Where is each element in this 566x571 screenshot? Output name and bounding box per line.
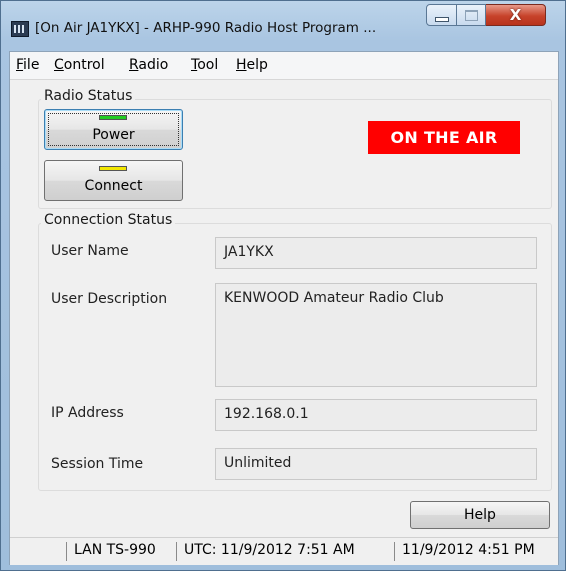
- session-time-label: Session Time: [51, 456, 144, 472]
- status-local-time: 11/9/2012 4:51 PM: [402, 542, 535, 558]
- title-bar[interactable]: [On Air JA1YKX] - ARHP-990 Radio Host Pr…: [1, 1, 565, 51]
- on-the-air-indicator: ON THE AIR: [368, 121, 520, 154]
- maximize-button[interactable]: [457, 4, 486, 26]
- power-led-indicator: [99, 115, 127, 120]
- menu-help[interactable]: Help: [236, 57, 268, 73]
- radio-app-icon[interactable]: [11, 21, 29, 37]
- app-window: [On Air JA1YKX] - ARHP-990 Radio Host Pr…: [0, 0, 566, 571]
- window-title: [On Air JA1YKX] - ARHP-990 Radio Host Pr…: [35, 20, 377, 36]
- window-controls: X: [426, 4, 546, 28]
- status-bar: LAN TS-990 UTC: 11/9/2012 7:51 AM 11/9/2…: [10, 537, 558, 565]
- status-utc-time: UTC: 11/9/2012 7:51 AM: [184, 542, 355, 558]
- status-radio: LAN TS-990: [74, 542, 156, 558]
- connect-button-label: Connect: [84, 178, 143, 194]
- close-button[interactable]: X: [486, 4, 546, 26]
- menu-bar: File Control Radio Tool Help: [10, 52, 558, 80]
- minimize-icon: [434, 16, 449, 22]
- minimize-button[interactable]: [426, 4, 457, 26]
- help-button[interactable]: Help: [410, 501, 550, 529]
- user-description-label: User Description: [51, 291, 168, 307]
- menu-tool[interactable]: Tool: [191, 57, 218, 73]
- ip-address-field: 192.168.0.1: [215, 399, 537, 431]
- maximize-icon: [464, 9, 478, 21]
- client-area: File Control Radio Tool Help Radio Statu…: [9, 51, 559, 565]
- radio-status-label: Radio Status: [41, 88, 136, 104]
- connect-led-indicator: [99, 166, 127, 171]
- status-separator: [176, 542, 177, 561]
- power-button[interactable]: Power: [44, 109, 183, 150]
- menu-control[interactable]: Control: [54, 57, 105, 73]
- menu-radio[interactable]: Radio: [129, 57, 168, 73]
- ip-address-label: IP Address: [51, 405, 124, 421]
- user-description-field: KENWOOD Amateur Radio Club: [215, 283, 537, 387]
- close-icon: X: [509, 6, 522, 24]
- status-separator: [394, 542, 395, 561]
- connection-status-label: Connection Status: [41, 212, 176, 228]
- user-name-field: JA1YKX: [215, 237, 537, 269]
- power-button-label: Power: [92, 127, 135, 143]
- user-name-label: User Name: [51, 243, 129, 259]
- status-separator: [66, 542, 67, 561]
- connect-button[interactable]: Connect: [44, 160, 183, 201]
- menu-file[interactable]: File: [16, 57, 39, 73]
- session-time-field: Unlimited: [215, 448, 537, 480]
